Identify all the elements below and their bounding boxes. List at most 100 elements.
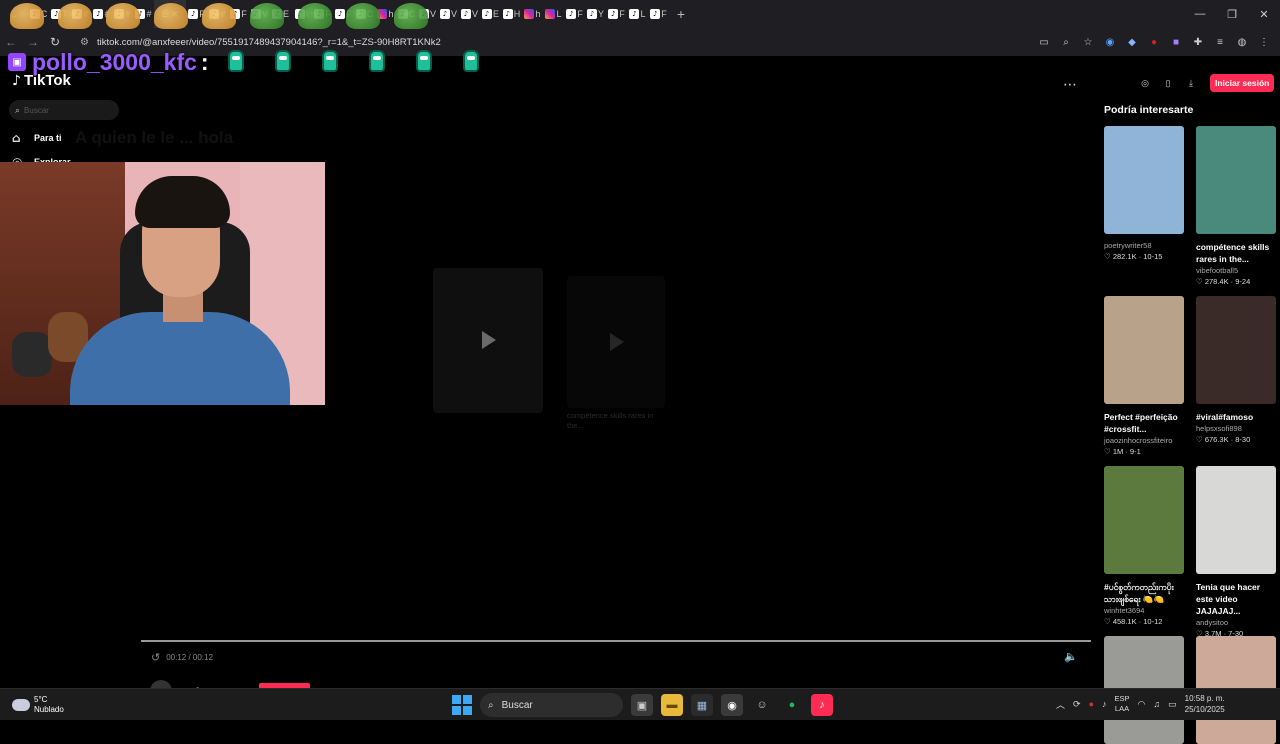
tab-label: Y: [597, 9, 604, 19]
maximize-icon[interactable]: ❐: [1216, 8, 1248, 21]
extension-icon[interactable]: ◉: [1102, 34, 1118, 50]
video-progress-bar[interactable]: [141, 640, 1091, 642]
discord-icon[interactable]: ☺: [751, 694, 773, 716]
emote-icon: [270, 48, 298, 76]
video-author[interactable]: vibefootball5: [1196, 266, 1276, 275]
profile-avatar[interactable]: ◍: [1234, 34, 1250, 50]
file-explorer-icon[interactable]: ▬: [661, 694, 683, 716]
battery-icon[interactable]: ▭: [1168, 699, 1177, 710]
volume-icon[interactable]: 🔈: [1064, 650, 1078, 663]
browser-tab[interactable]: ♪F: [564, 0, 585, 28]
play-icon[interactable]: [610, 333, 624, 351]
bookmark-star-icon[interactable]: ☆: [1080, 34, 1096, 50]
video-title[interactable]: Tenia que hacer este video JAJAJAJ...: [1196, 581, 1276, 617]
video-author[interactable]: winhtet3694: [1104, 606, 1184, 615]
language-indicator[interactable]: ESP LAA: [1115, 694, 1130, 714]
puzzle-icon[interactable]: ✚: [1190, 34, 1206, 50]
video-title[interactable]: #ပင်စွတ်ကတည်းကပိုးသားဖျစ်ရေး 🍋🍋: [1104, 581, 1184, 605]
device-icon[interactable]: ▯: [1160, 75, 1176, 91]
video-author[interactable]: poetrywriter58: [1104, 241, 1184, 250]
close-window-icon[interactable]: ✕: [1248, 8, 1280, 21]
recommendation-card[interactable]: Perfect #perfeição #crossfit... joaozinho…: [1104, 296, 1184, 456]
emote-icon: [411, 48, 439, 76]
tiktok-app-icon[interactable]: ♪: [811, 694, 833, 716]
wifi-icon[interactable]: ◠: [1138, 699, 1146, 710]
video-author[interactable]: helpsxsofi898: [1196, 424, 1276, 433]
search-placeholder: Buscar: [24, 105, 49, 115]
emote-icon: [106, 3, 140, 29]
video-thumbnail[interactable]: [1196, 296, 1276, 404]
download-icon[interactable]: ⤓: [1183, 75, 1199, 91]
tiktok-favicon-icon: ♪: [460, 9, 471, 19]
browser-tab[interactable]: ♪E: [480, 0, 501, 28]
like-count: 1M: [1112, 447, 1124, 456]
stream-chat-message: ▣ pollo_3000_kfc :: [8, 46, 505, 78]
security-icon[interactable]: ●: [1089, 699, 1094, 709]
video-thumbnail[interactable]: [1196, 466, 1276, 574]
video-stats: ♡ 282.1K · 10-15: [1104, 252, 1184, 261]
taskbar-center: ⌕ Buscar ▣ ▬ ▦ ◉ ☺ ● ♪: [452, 693, 833, 717]
video-title[interactable]: compétence skills rares in the...: [1196, 241, 1276, 265]
cast-icon[interactable]: ▭: [1036, 34, 1052, 50]
replay-icon[interactable]: ↺: [151, 651, 160, 664]
browser-tab[interactable]: L: [543, 0, 564, 28]
frog-emote-icon: [394, 3, 428, 29]
recommendation-card[interactable]: #ပင်စွတ်ကတည်းကပိုးသားဖျစ်ရေး 🍋🍋 winhtet36…: [1104, 466, 1184, 626]
browser-tab[interactable]: ♪V: [459, 0, 480, 28]
speaker-icon[interactable]: ♫: [1153, 699, 1160, 709]
emote-icon: [317, 48, 345, 76]
extension-icon[interactable]: ◆: [1124, 34, 1140, 50]
coin-icon[interactable]: ◎: [1137, 75, 1153, 91]
video-title[interactable]: Perfect #perfeição #crossfit...: [1104, 411, 1184, 435]
windows-start-icon[interactable]: [452, 695, 472, 715]
recommendation-card[interactable]: poetrywriter58 ♡ 282.1K · 10-15: [1104, 126, 1184, 261]
like-count: 278.4K: [1204, 277, 1229, 286]
more-options-icon[interactable]: ⋯: [1063, 77, 1077, 93]
tab-label: F: [577, 9, 583, 19]
recommendation-card[interactable]: Tenia que hacer este video JAJAJAJ... and…: [1196, 466, 1276, 638]
search-input[interactable]: ⌕ Buscar: [9, 100, 119, 120]
minimize-icon[interactable]: —: [1184, 8, 1216, 21]
task-view-icon[interactable]: ▣: [631, 694, 653, 716]
video-thumbnail[interactable]: [1104, 466, 1184, 574]
media-icon[interactable]: ≡: [1212, 34, 1228, 50]
zoom-icon[interactable]: ⌕: [1058, 34, 1074, 50]
taskbar-search[interactable]: ⌕ Buscar: [480, 693, 623, 717]
video-thumbnail[interactable]: [1196, 126, 1276, 234]
recommendation-card[interactable]: compétence skills rares in the... vibefoo…: [1196, 126, 1276, 286]
emote-icon: [10, 3, 44, 29]
video-thumbnail[interactable]: [1104, 296, 1184, 404]
browser-tab[interactable]: ♪ L: [627, 0, 648, 28]
weather-widget[interactable]: 5°C Nublado: [12, 695, 64, 715]
new-tab-button[interactable]: +: [669, 6, 693, 22]
browser-tab[interactable]: ♪ Y: [585, 0, 606, 28]
progress-fill: [141, 640, 1091, 642]
store-icon[interactable]: ▦: [691, 694, 713, 716]
video-card-current[interactable]: [433, 268, 543, 413]
spotify-icon[interactable]: ●: [781, 694, 803, 716]
video-card-next[interactable]: [567, 276, 665, 408]
login-button[interactable]: Iniciar sesión: [1210, 74, 1275, 92]
browser-tab[interactable]: ♪F: [606, 0, 627, 28]
menu-icon[interactable]: ⋮: [1256, 34, 1272, 50]
nav-item-for-you[interactable]: ⌂ Para ti: [12, 131, 62, 145]
video-author[interactable]: joaozinhocrossfiteiro: [1104, 436, 1184, 445]
play-icon[interactable]: [482, 331, 496, 349]
video-thumbnail[interactable]: [1104, 126, 1184, 234]
tab-label: L: [556, 9, 562, 19]
clock[interactable]: 10:58 p. m. 25/10/2025: [1185, 693, 1225, 715]
extension-icon[interactable]: ■: [1168, 34, 1184, 50]
browser-tab[interactable]: ♪F: [648, 0, 669, 28]
browser-tab[interactable]: h: [522, 0, 543, 28]
chevron-up-icon[interactable]: ︿: [1056, 698, 1065, 711]
chrome-icon[interactable]: ◉: [721, 694, 743, 716]
browser-tab[interactable]: ♪ H: [501, 0, 522, 28]
recommendation-card[interactable]: #viral#famoso helpsxsofi898 ♡ 676.3K · 8-3…: [1196, 296, 1276, 444]
post-date: 9-1: [1129, 447, 1141, 456]
video-title[interactable]: #viral#famoso: [1196, 411, 1276, 423]
video-author[interactable]: andysitoo: [1196, 618, 1276, 627]
sync-icon[interactable]: ⟳: [1073, 699, 1081, 710]
mic-icon[interactable]: ♪: [1102, 699, 1107, 709]
extension-icon[interactable]: ●: [1146, 34, 1162, 50]
emote-icon: [223, 48, 251, 76]
